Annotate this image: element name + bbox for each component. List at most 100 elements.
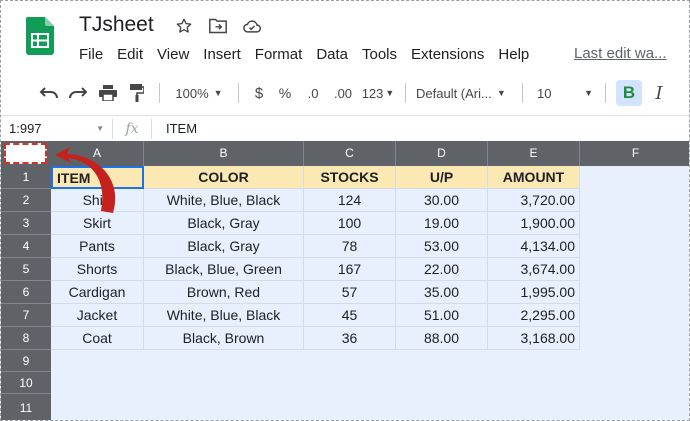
menu-help[interactable]: Help — [491, 45, 536, 65]
decrease-decimal-button[interactable]: .0 — [299, 78, 327, 108]
star-icon[interactable] — [173, 15, 195, 37]
table-cell[interactable]: 45 — [304, 304, 396, 327]
screenshot-frame: TJsheet File Edit View Insert Format Dat… — [0, 0, 690, 421]
table-cell[interactable]: 1,900.00 — [488, 212, 580, 235]
table-cell[interactable]: Coat — [51, 327, 144, 350]
font-size-select[interactable]: 10 ▼ — [531, 78, 597, 108]
toolbar-divider — [522, 83, 523, 103]
table-cell[interactable]: White, Blue, Black — [144, 304, 304, 327]
cloud-status-icon[interactable] — [241, 15, 263, 37]
name-box-value: 1:997 — [9, 121, 42, 136]
table-cell[interactable]: 1,995.00 — [488, 281, 580, 304]
table-cell[interactable]: 88.00 — [396, 327, 488, 350]
header-cell-up[interactable]: U/P — [396, 166, 488, 189]
menu-file[interactable]: File — [72, 45, 110, 65]
toolbar: 100% ▼ $ % .0 .00 123 ▼ Default (Ari... … — [1, 74, 689, 112]
row-header-11[interactable]: 11 — [1, 394, 51, 420]
table-cell[interactable]: Shorts — [51, 258, 144, 281]
formula-bar: 1:997 ▼ fx ITEM — [1, 115, 689, 141]
menu-view[interactable]: View — [150, 45, 196, 65]
menu-bar: File Edit View Insert Format Data Tools … — [72, 45, 536, 65]
table-cell[interactable]: 3,720.00 — [488, 189, 580, 212]
table-cell[interactable]: 167 — [304, 258, 396, 281]
table-cell[interactable]: 22.00 — [396, 258, 488, 281]
row-header-9[interactable]: 9 — [1, 350, 51, 372]
font-family-select[interactable]: Default (Ari... ▼ — [414, 78, 514, 108]
header-cell-amount[interactable]: AMOUNT — [488, 166, 580, 189]
column-header-f[interactable]: F — [580, 141, 689, 166]
menu-format[interactable]: Format — [248, 45, 310, 65]
table-cell[interactable]: 3,168.00 — [488, 327, 580, 350]
sheets-logo-icon[interactable] — [26, 17, 54, 55]
table-cell[interactable]: Black, Gray — [144, 212, 304, 235]
toolbar-divider — [405, 83, 406, 103]
table-cell[interactable]: 124 — [304, 189, 396, 212]
header-cell-color[interactable]: COLOR — [144, 166, 304, 189]
table-cell[interactable]: 57 — [304, 281, 396, 304]
column-header-e[interactable]: E — [488, 141, 580, 166]
table-cell[interactable]: 78 — [304, 235, 396, 258]
column-header-d[interactable]: D — [396, 141, 488, 166]
menu-insert[interactable]: Insert — [196, 45, 248, 65]
increase-decimal-button[interactable]: .00 — [327, 78, 359, 108]
menu-edit[interactable]: Edit — [110, 45, 150, 65]
table-cell[interactable]: Brown, Red — [144, 281, 304, 304]
last-edit-link[interactable]: Last edit wa... — [574, 45, 667, 62]
table-cell[interactable]: 3,674.00 — [488, 258, 580, 281]
row-header-7[interactable]: 7 — [1, 304, 51, 327]
currency-format-button[interactable]: $ — [247, 78, 271, 108]
table-cell[interactable]: 35.00 — [396, 281, 488, 304]
table-cell[interactable]: 19.00 — [396, 212, 488, 235]
bold-icon: B — [616, 80, 642, 106]
zoom-select[interactable]: 100% ▼ — [168, 78, 230, 108]
table-cell[interactable]: Jacket — [51, 304, 144, 327]
table-cell[interactable]: 30.00 — [396, 189, 488, 212]
table-cell[interactable]: Pants — [51, 235, 144, 258]
chevron-down-icon: ▼ — [385, 88, 395, 98]
table-cell[interactable]: 36 — [304, 327, 396, 350]
table-cell[interactable]: Cardigan — [51, 281, 144, 304]
formula-input[interactable]: ITEM — [152, 121, 197, 136]
column-header-b[interactable]: B — [144, 141, 304, 166]
undo-icon[interactable] — [35, 78, 63, 108]
menu-tools[interactable]: Tools — [355, 45, 404, 65]
table-cell[interactable]: Black, Gray — [144, 235, 304, 258]
row-header-8[interactable]: 8 — [1, 327, 51, 350]
table-cell[interactable]: Black, Blue, Green — [144, 258, 304, 281]
chevron-down-icon: ▼ — [96, 124, 104, 133]
print-icon[interactable] — [93, 78, 123, 108]
move-to-folder-icon[interactable] — [207, 15, 229, 37]
row-header-6[interactable]: 6 — [1, 281, 51, 304]
toolbar-divider — [238, 83, 239, 103]
percent-format-button[interactable]: % — [271, 78, 299, 108]
table-cell[interactable]: 100 — [304, 212, 396, 235]
zoom-value: 100% — [175, 85, 209, 101]
header-cell-stocks[interactable]: STOCKS — [304, 166, 396, 189]
paint-format-icon[interactable] — [123, 78, 151, 108]
menu-data[interactable]: Data — [309, 45, 355, 65]
chevron-down-icon: ▼ — [584, 88, 593, 98]
bold-toggle[interactable]: B — [614, 78, 644, 108]
toolbar-divider — [605, 83, 606, 103]
more-formats-label: 123 — [361, 85, 384, 101]
table-cell[interactable]: 53.00 — [396, 235, 488, 258]
more-formats-select[interactable]: 123 ▼ — [359, 78, 397, 108]
italic-toggle[interactable]: I — [644, 78, 674, 108]
toolbar-divider — [159, 83, 160, 103]
table-cell[interactable]: 51.00 — [396, 304, 488, 327]
table-cell[interactable]: 2,295.00 — [488, 304, 580, 327]
row-header-4[interactable]: 4 — [1, 235, 51, 258]
font-size-value: 10 — [537, 85, 552, 101]
function-icon: fx — [112, 118, 152, 139]
column-header-c[interactable]: C — [304, 141, 396, 166]
table-cell[interactable]: White, Blue, Black — [144, 189, 304, 212]
row-header-10[interactable]: 10 — [1, 372, 51, 394]
document-title[interactable]: TJsheet — [79, 13, 154, 37]
row-header-5[interactable]: 5 — [1, 258, 51, 281]
redo-icon[interactable] — [63, 78, 93, 108]
table-cell[interactable]: Black, Brown — [144, 327, 304, 350]
name-box[interactable]: 1:997 ▼ — [1, 121, 112, 136]
menu-extensions[interactable]: Extensions — [404, 45, 491, 65]
annotation-arrow-icon — [55, 147, 116, 213]
table-cell[interactable]: 4,134.00 — [488, 235, 580, 258]
